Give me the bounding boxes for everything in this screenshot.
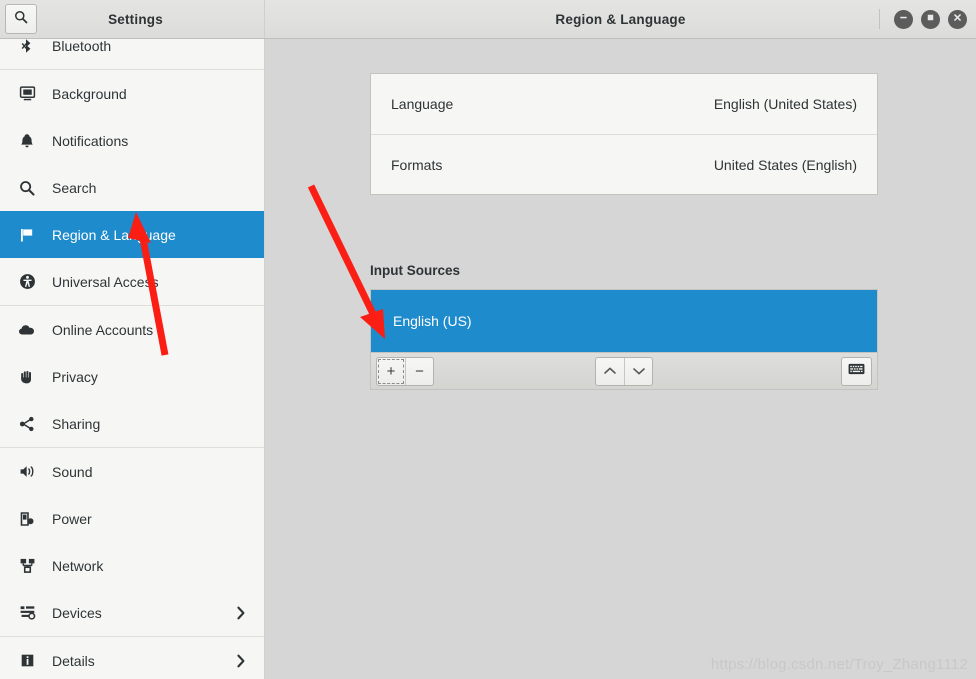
sidebar-item-online-accounts[interactable]: Online Accounts [0,306,264,353]
sidebar-item-notifications[interactable]: Notifications [0,117,264,164]
remove-input-source-button[interactable]: − [405,357,433,385]
sidebar-item-search[interactable]: Search [0,164,264,211]
sidebar-item-universal-access[interactable]: Universal Access [0,258,264,305]
chevron-down-icon [632,363,646,380]
sidebar-scroll-area: Bluetooth Background Notifications Searc… [0,39,264,679]
sidebar-item-label: Universal Access [52,273,159,290]
row-label: Formats [391,156,443,173]
body-area: Bluetooth Background Notifications Searc… [0,39,976,679]
sidebar-item-privacy[interactable]: Privacy [0,353,264,400]
devices-icon [16,604,38,621]
settings-window: Settings Region & Language Bluetooth Bac… [0,0,976,679]
sidebar-item-power[interactable]: Power [0,495,264,542]
speaker-icon [16,463,38,480]
search-button[interactable] [5,4,37,34]
sidebar-item-label: Online Accounts [52,321,154,338]
input-source-item-english-us[interactable]: English (US) [371,290,877,352]
language-formats-panel: Language English (United States) Formats… [370,73,878,195]
add-remove-button-group: + − [376,356,434,386]
info-icon [16,653,38,668]
sidebar-item-network[interactable]: Network [0,542,264,589]
move-down-button[interactable] [624,357,652,385]
hand-icon [16,369,38,385]
maximize-button[interactable] [921,9,940,29]
header-bar-left: Settings [0,0,265,38]
sidebar-item-sound[interactable]: Sound [0,448,264,495]
maximize-icon [925,10,936,28]
chevron-up-icon [603,363,617,380]
add-input-source-button[interactable]: + [377,358,405,385]
row-label: Language [391,96,454,112]
move-button-group-wrapper [371,356,877,386]
sidebar-item-details[interactable]: Details [0,637,264,679]
sidebar-item-label: Details [52,652,95,669]
sidebar-item-label: Privacy [52,368,98,385]
sidebar-item-background[interactable]: Background [0,70,264,117]
sidebar-item-label: Region & Language [52,226,176,243]
accessibility-icon [16,273,38,290]
sidebar-item-label: Devices [52,604,102,621]
sidebar-item-label: Bluetooth [52,39,112,54]
input-sources-list[interactable]: English (US) [371,290,877,352]
share-icon [16,416,38,432]
bell-icon [16,133,38,149]
move-button-group [595,356,653,386]
sidebar-item-label: Network [52,557,104,574]
search-icon [16,180,38,196]
row-language[interactable]: Language English (United States) [371,74,877,134]
sidebar-item-bluetooth[interactable]: Bluetooth [0,39,264,69]
row-value: English (United States) [713,96,857,112]
sidebar[interactable]: Bluetooth Background Notifications Searc… [0,39,265,679]
chevron-right-icon [236,606,246,620]
sidebar-item-devices[interactable]: Devices [0,589,264,636]
preview-button-wrapper [841,356,872,386]
show-keyboard-layout-button[interactable] [841,356,872,386]
background-icon [16,85,38,102]
cloud-icon [16,321,38,339]
window-controls [879,9,976,29]
chevron-right-icon [236,654,246,668]
row-value: United States (English) [713,156,857,173]
content-area: Language English (United States) Formats… [265,39,976,679]
sidebar-item-label: Search [52,179,97,196]
input-sources-toolbar: + − [371,352,877,389]
input-sources-box: English (US) + − [370,289,878,390]
close-button[interactable] [948,9,967,29]
sidebar-item-label: Background [52,85,127,102]
sidebar-item-region-and-language[interactable]: Region & Language [0,211,264,258]
input-source-label: English (US) [393,313,472,329]
header-bar: Settings Region & Language [0,0,976,39]
watermark-text: https://blog.csdn.net/Troy_Zhang1112 [710,656,968,673]
window-controls-separator [879,9,880,29]
header-bar-right: Region & Language [265,0,976,38]
keyboard-icon [848,362,865,380]
page-title: Region & Language [555,11,686,27]
close-icon [952,10,963,28]
input-sources-heading: Input Sources [370,263,461,278]
network-icon [16,557,38,574]
sidebar-item-label: Power [52,510,92,527]
sidebar-item-label: Sharing [52,415,101,432]
bluetooth-icon [16,39,38,54]
sidebar-item-label: Notifications [52,132,129,149]
minimize-icon [898,10,909,28]
minimize-button[interactable] [894,9,913,29]
search-icon [14,10,28,29]
sidebar-title: Settings [108,11,163,27]
sidebar-item-label: Sound [52,463,93,480]
move-up-button[interactable] [596,358,624,385]
sidebar-item-sharing[interactable]: Sharing [0,400,264,447]
flag-icon [16,227,38,243]
power-battery-icon [16,511,38,527]
row-formats[interactable]: Formats United States (English) [371,134,877,194]
